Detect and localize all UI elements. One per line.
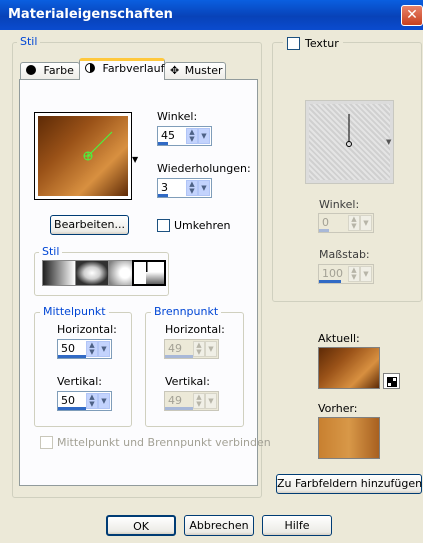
help-button[interactable]: Hilfe (262, 515, 332, 536)
mittelpunkt-horizontal-value[interactable]: 50 (61, 342, 75, 355)
add-to-swatches-button[interactable]: Zu Farbfeldern hinzufügen... (276, 474, 423, 494)
gradient-preview-frame[interactable] (34, 112, 132, 200)
brennpunkt-horizontal-value: 49 (168, 342, 182, 355)
aktuell-label: Aktuell: (318, 332, 360, 345)
tab-muster-label: Muster (184, 64, 223, 77)
spin-up-down-icon: ▲ ▼ (348, 266, 360, 282)
spin-dropdown-icon: ▼ (205, 393, 217, 409)
mittelpunkt-vertikal-label: Vertikal: (57, 375, 103, 388)
aktuell-swatch[interactable] (318, 347, 380, 389)
swap-icon[interactable] (383, 373, 400, 389)
textur-massstab-spinner: 100 ▲ ▼ ▼ (318, 264, 374, 284)
wiederholungen-spinner[interactable]: 3 ▲ ▼ ▼ (157, 178, 212, 198)
texture-preview (305, 100, 394, 184)
brennpunkt-vertikal-spinner: 49 ▲ ▼ ▼ (164, 391, 219, 411)
mittelpunkt-vertikal-value[interactable]: 50 (61, 394, 75, 407)
texture-angle-handle (346, 114, 352, 147)
wiederholungen-value[interactable]: 3 (161, 181, 168, 194)
pattern-icon: ✥ (170, 64, 180, 77)
vorher-swatch[interactable] (318, 417, 380, 459)
brennpunkt-label: Brennpunkt (151, 305, 222, 318)
spin-up-down-icon: ▲ ▼ (193, 341, 205, 357)
umkehren-checkbox[interactable] (157, 219, 170, 232)
sunburst-style-button[interactable] (132, 260, 166, 286)
tab-farbverlauf-label: Farbverlauf (102, 62, 165, 75)
close-button[interactable]: ✕ (401, 5, 423, 26)
close-icon: ✕ (406, 7, 418, 23)
spin-up-down-icon[interactable]: ▲ ▼ (186, 180, 198, 196)
brennpunkt-vertikal-value: 49 (168, 394, 182, 407)
tab-farbe[interactable]: Farbe (20, 62, 80, 80)
vorher-label: Vorher: (318, 402, 358, 415)
winkel-spinner[interactable]: 45 ▲ ▼ ▼ (157, 126, 212, 146)
mittelpunkt-vertikal-spinner[interactable]: 50 ▲ ▼ ▼ (57, 391, 112, 411)
spin-dropdown-icon[interactable]: ▼ (198, 128, 210, 144)
half-circle-icon (85, 63, 95, 73)
winkel-value[interactable]: 45 (161, 129, 175, 142)
spin-dropdown-icon: ▼ (360, 215, 372, 231)
textur-winkel-value: 0 (322, 216, 329, 229)
verbinden-checkbox (40, 436, 53, 449)
stil-group-label: Stil (17, 35, 41, 48)
texture-swatch (309, 104, 390, 180)
textur-winkel-spinner: 0 ▲ ▼ ▼ (318, 213, 374, 233)
cancel-button[interactable]: Abbrechen (184, 515, 254, 536)
preview-dropdown-arrow-icon[interactable]: ▼ (132, 155, 138, 164)
spin-up-down-icon[interactable]: ▲ ▼ (86, 393, 98, 409)
textur-winkel-label: Winkel: (319, 198, 360, 211)
spin-dropdown-icon: ▼ (205, 341, 217, 357)
textur-label: Textur (305, 37, 339, 50)
spin-up-down-icon: ▲ ▼ (193, 393, 205, 409)
stil-style-label: Stil (39, 245, 63, 258)
bearbeiten-button[interactable]: Bearbeiten... (50, 215, 129, 235)
brennpunkt-vertikal-label: Vertikal: (165, 375, 211, 388)
window-title: Materialeigenschaften (8, 7, 173, 22)
spin-dropdown-icon[interactable]: ▼ (98, 341, 110, 357)
brennpunkt-horizontal-spinner: 49 ▲ ▼ ▼ (164, 339, 219, 359)
spin-up-down-icon: ▲ ▼ (348, 215, 360, 231)
wiederholungen-label: Wiederholungen: (157, 162, 251, 175)
gradient-angle-handle[interactable] (38, 116, 128, 196)
tab-farbe-label: Farbe (43, 64, 74, 77)
spin-dropdown-icon: ▼ (360, 266, 372, 282)
textur-checkbox[interactable] (287, 37, 300, 50)
rectangular-style-button[interactable] (75, 260, 109, 286)
umkehren-label: Umkehren (174, 219, 231, 232)
verbinden-label: Mittelpunkt und Brennpunkt verbinden (57, 436, 271, 449)
linear-style-button[interactable] (42, 260, 76, 286)
spin-dropdown-icon[interactable]: ▼ (198, 180, 210, 196)
ok-button[interactable]: OK (106, 515, 176, 536)
textur-massstab-label: Maßstab: (319, 248, 370, 261)
textur-massstab-value: 100 (322, 267, 343, 280)
mittelpunkt-label: Mittelpunkt (40, 305, 109, 318)
gradient-preview[interactable] (38, 116, 128, 196)
texture-dropdown-arrow-icon: ▼ (386, 138, 392, 146)
brennpunkt-horizontal-label: Horizontal: (165, 323, 225, 336)
tab-farbverlauf[interactable]: Farbverlauf (79, 58, 165, 80)
mittelpunkt-horizontal-label: Horizontal: (57, 323, 117, 336)
circle-icon (26, 65, 36, 75)
spin-dropdown-icon[interactable]: ▼ (98, 393, 110, 409)
spin-up-down-icon[interactable]: ▲ ▼ (86, 341, 98, 357)
winkel-label: Winkel: (157, 110, 198, 123)
tab-muster[interactable]: ✥ Muster (164, 62, 226, 80)
spin-up-down-icon[interactable]: ▲ ▼ (186, 128, 198, 144)
mittelpunkt-horizontal-spinner[interactable]: 50 ▲ ▼ ▼ (57, 339, 112, 359)
